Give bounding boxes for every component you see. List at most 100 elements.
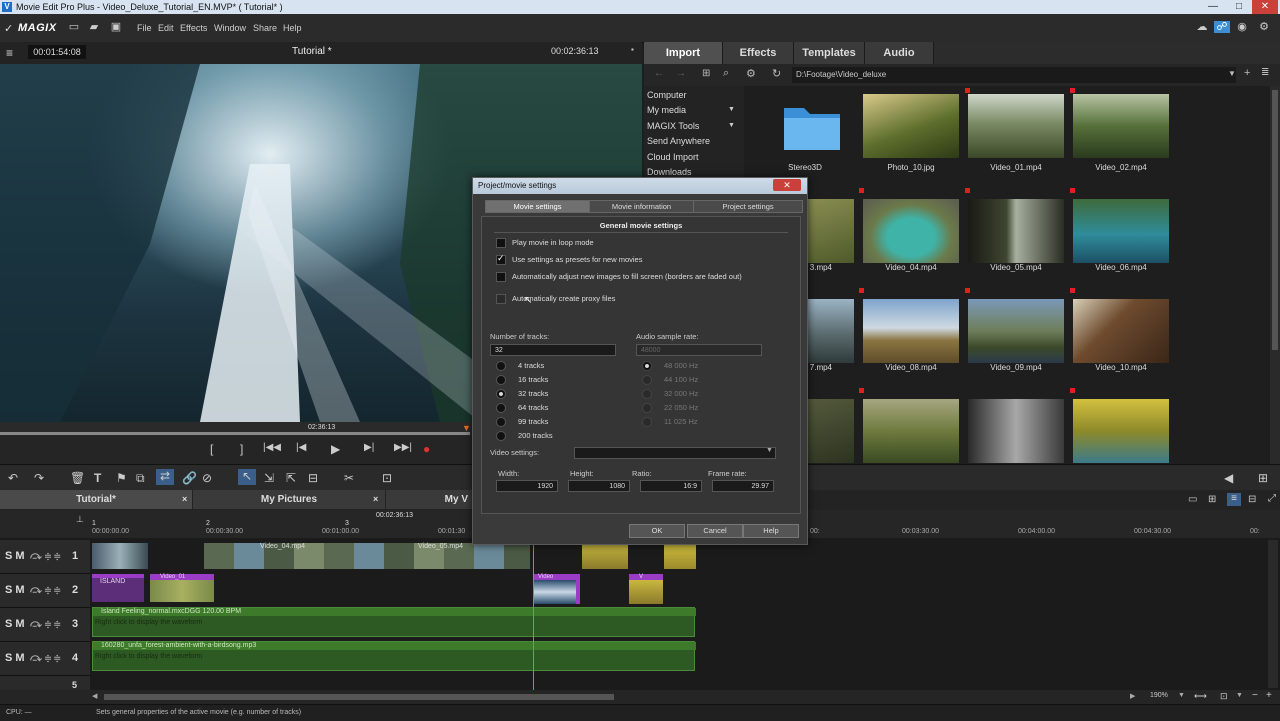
checkbox-box[interactable] (496, 253, 506, 266)
chevron-down-icon[interactable]: ▼ (1228, 69, 1236, 78)
minimize-button[interactable]: — (1200, 0, 1226, 14)
nav-item-computer[interactable]: Computer (647, 90, 687, 100)
checkbox-use-presets[interactable]: Use settings as presets for new movies (496, 253, 642, 266)
video-clip[interactable] (664, 543, 696, 569)
open-folder-icon[interactable]: ▰ (88, 21, 100, 33)
cloud-icon[interactable]: ☁ (1196, 21, 1208, 33)
checkbox-box[interactable] (496, 238, 506, 249)
storyboard-view-icon[interactable]: ▭ (1188, 494, 1197, 505)
marker-1[interactable]: 1 (92, 520, 96, 527)
photo-clip[interactable]: V (629, 574, 663, 604)
photo-clip[interactable]: Video (534, 574, 580, 604)
file-thumbnail[interactable] (1073, 199, 1169, 263)
audio-clip-ambient[interactable]: 160280_unfa_forest-ambient-with-a-birdso… (92, 641, 696, 671)
checkbox-loop-mode[interactable]: Play movie in loop mode (496, 238, 594, 249)
scrollbar-thumb[interactable] (1272, 90, 1278, 350)
height-input[interactable]: 1080 (568, 480, 630, 492)
expand-icon[interactable]: ⤢ (1268, 493, 1276, 504)
track-tools-icon[interactable]: ⤼ ≑ ≑ (30, 584, 60, 597)
next-frame-button[interactable]: ▶| (364, 442, 374, 453)
zoom-out-icon[interactable]: − (1252, 690, 1258, 701)
scroll-thumb[interactable] (104, 694, 614, 700)
radio-32-tracks[interactable]: 32 tracks (496, 389, 548, 400)
menu-share[interactable]: Share (253, 23, 277, 33)
tab-import[interactable]: Import (644, 42, 723, 64)
width-input[interactable]: 1920 (496, 480, 558, 492)
dialog-close-button[interactable]: ✕ (773, 179, 801, 191)
file-thumbnail[interactable] (968, 299, 1064, 363)
unlink-icon[interactable]: ⊘ (202, 471, 212, 485)
file-thumbnail[interactable] (808, 399, 854, 463)
scroll-right-icon[interactable]: ▶ (1130, 692, 1135, 700)
tab-my-videos[interactable]: My V (386, 490, 472, 509)
file-thumbnail[interactable] (863, 94, 959, 158)
menu-edit[interactable]: Edit (158, 23, 174, 33)
guide-icon[interactable]: ☍ (1214, 21, 1230, 33)
add-icon[interactable]: + (1244, 67, 1250, 79)
file-thumbnail[interactable] (808, 199, 854, 263)
help-circle-icon[interactable]: ◉ (1236, 21, 1248, 33)
undo-icon[interactable]: ↶ (8, 471, 18, 485)
file-thumbnail[interactable] (863, 299, 959, 363)
search-icon[interactable]: ⌕ (723, 67, 729, 80)
track-solo-mute[interactable]: S M (5, 550, 25, 562)
radio-dot[interactable] (496, 431, 506, 442)
file-thumbnail[interactable] (968, 94, 1064, 158)
go-to-end-button[interactable]: ▶▶| (394, 442, 412, 453)
range-mode-icon[interactable]: ⇲ (264, 471, 274, 485)
file-thumbnail[interactable] (968, 399, 1064, 463)
tracks-scrollbar[interactable] (1268, 540, 1278, 688)
grid-view-icon[interactable]: ⊟ (1248, 494, 1256, 505)
auto-ripple-icon[interactable]: ⇄ (156, 469, 174, 485)
tracks-input[interactable]: 32 (490, 344, 616, 356)
radio-dot[interactable] (496, 417, 506, 428)
framerate-input[interactable]: 29.97 (712, 480, 774, 492)
track-solo-mute[interactable]: S M (5, 652, 25, 664)
file-thumbnail[interactable] (1073, 94, 1169, 158)
refresh-icon[interactable]: ↻ (772, 67, 781, 80)
nav-item-magix-tools[interactable]: MAGIX Tools (647, 121, 699, 131)
checkbox-proxy-files[interactable]: Automatically create proxy files (496, 294, 615, 305)
tab-my-pictures[interactable]: My Pictures × (193, 490, 385, 509)
video-clip[interactable] (582, 543, 628, 569)
radio-dot[interactable] (496, 375, 506, 386)
new-project-icon[interactable]: ▭ (68, 21, 80, 33)
checkbox-fill-screen[interactable]: Automatically adjust new images to fill … (496, 272, 742, 283)
tab-project-settings[interactable]: Project settings (693, 200, 803, 213)
go-to-start-button[interactable]: |◀◀ (263, 442, 281, 453)
close-icon[interactable]: × (182, 490, 187, 509)
scroll-left-icon[interactable]: ◀ (92, 692, 97, 700)
radio-4-tracks[interactable]: 4 tracks (496, 361, 544, 372)
menu-effects[interactable]: Effects (180, 23, 207, 33)
nav-item-cloud-import[interactable]: Cloud Import (647, 152, 699, 162)
track-solo-mute[interactable]: S M (5, 618, 25, 630)
delete-icon[interactable]: 🗑 (70, 471, 85, 485)
chevron-down-icon[interactable]: ▼ (766, 447, 773, 454)
tab-templates[interactable]: Templates (794, 42, 865, 64)
timeline-scrollbar[interactable]: ◀ ▶ 190% ▼ ⟷ ⊡ ▼ − + (0, 690, 1280, 704)
back-arrow-icon[interactable]: ← (654, 68, 664, 79)
radio-dot[interactable] (496, 389, 506, 400)
menu-help[interactable]: Help (283, 23, 302, 33)
mixer-icon[interactable]: ⊞ (1258, 471, 1268, 485)
file-thumbnail[interactable] (1073, 299, 1169, 363)
close-window-button[interactable]: ✕ (1252, 0, 1278, 14)
track-tools-icon[interactable]: ⤼ ≑ ≑ (30, 652, 60, 665)
forward-arrow-icon[interactable]: → (676, 68, 686, 79)
folder-icon[interactable] (780, 96, 844, 154)
radio-99-tracks[interactable]: 99 tracks (496, 417, 548, 428)
trim-mode-icon[interactable]: ⊟ (308, 471, 318, 485)
marker-icon[interactable]: ⚑ (116, 471, 127, 485)
photo-clip[interactable]: Video_01 (150, 574, 214, 602)
menu-file[interactable]: File (137, 23, 152, 33)
file-thumbnail[interactable] (863, 399, 959, 463)
media-pool-scrollbar[interactable] (1270, 86, 1280, 464)
hamburger-menu-icon[interactable]: ≡ (6, 46, 13, 60)
volume-icon[interactable]: ◀ (1224, 471, 1233, 485)
tab-tutorial[interactable]: Tutorial* × (0, 490, 192, 509)
ok-button[interactable]: OK (629, 524, 685, 538)
redo-icon[interactable]: ↷ (34, 471, 44, 485)
playhead[interactable] (533, 538, 534, 690)
zoom-in-icon[interactable]: + (1266, 690, 1272, 701)
audio-clip-music[interactable]: Island Feeling_normal.mxcDGG 120.00 BPM … (92, 607, 696, 637)
